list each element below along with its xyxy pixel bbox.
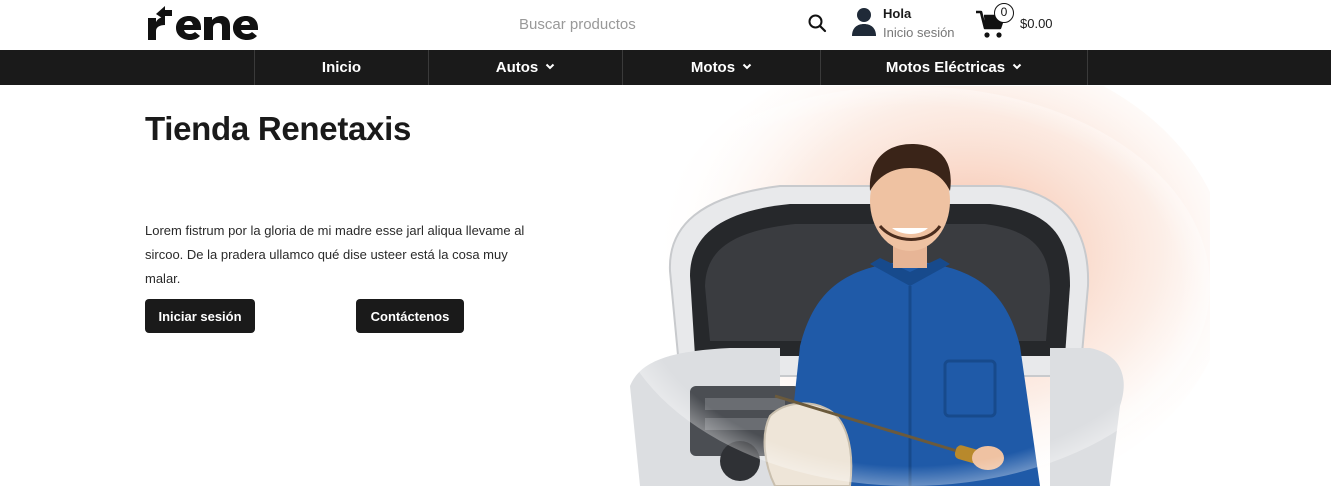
nav-item-label: Motos — [690, 59, 736, 76]
hero-description: Lorem fistrum por la gloria de mi madre … — [145, 223, 525, 286]
main-nav: Inicio Autos Motos Motos Eléctricas — [0, 50, 1331, 85]
nav-item-label: Inicio — [321, 59, 362, 76]
search-icon — [808, 14, 827, 32]
site-header: Hola Inicio sesión 0 $0.00 — [0, 0, 1331, 50]
login-button[interactable]: Iniciar sesión — [145, 299, 255, 333]
user-greeting: Hola — [883, 6, 912, 21]
contact-button[interactable]: Contáctenos — [356, 299, 464, 333]
cart-total: $0.00 — [1020, 16, 1053, 31]
nav-item-label: Motos Eléctricas — [885, 59, 1006, 76]
chevron-down-icon — [546, 63, 555, 70]
search-button[interactable] — [805, 12, 829, 36]
cart-link[interactable]: 0 $0.00 — [975, 2, 1065, 42]
search-bar — [505, 8, 835, 40]
chevron-down-icon — [1012, 63, 1022, 70]
nav-item-label: Autos — [495, 59, 539, 76]
nav-item-motos[interactable]: Motos — [622, 50, 820, 85]
mechanic-hero-image — [610, 86, 1210, 486]
chevron-down-icon — [742, 63, 752, 70]
nav-item-motos-electricas[interactable]: Motos Eléctricas — [820, 50, 1088, 85]
login-link[interactable]: Inicio sesión — [883, 25, 955, 40]
search-input[interactable] — [505, 8, 795, 40]
nav-item-inicio[interactable]: Inicio — [254, 50, 428, 85]
account-link[interactable]: Hola Inicio sesión — [850, 4, 970, 44]
page-title: Tienda Renetaxis — [145, 110, 412, 147]
nav-item-autos[interactable]: Autos — [428, 50, 622, 85]
user-icon — [852, 8, 876, 36]
cart-count-badge: 0 — [994, 3, 1014, 23]
rene-logo[interactable] — [146, 4, 261, 42]
